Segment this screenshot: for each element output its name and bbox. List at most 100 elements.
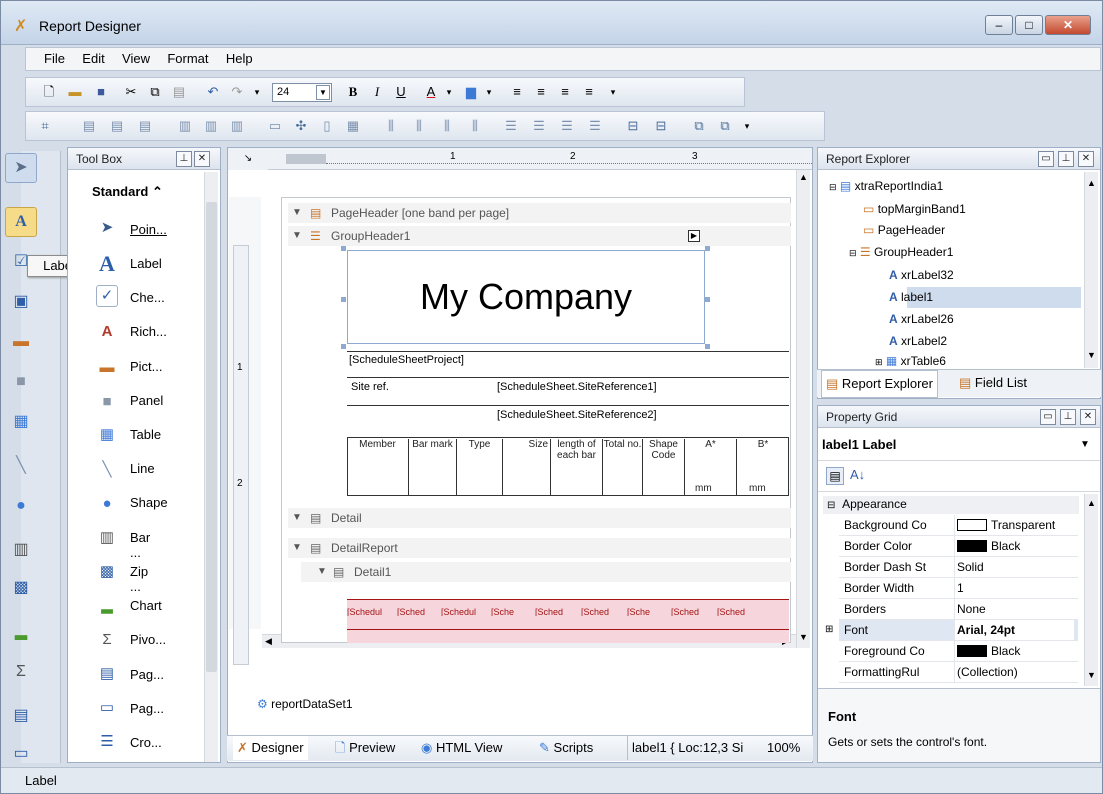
detail-cell[interactable]: [Sched xyxy=(535,608,579,616)
tree-node-topmargin[interactable]: ▭ topMarginBand1 xyxy=(863,202,966,216)
band-expand-icon[interactable]: ▼ xyxy=(292,538,302,558)
toolbox-item-pagebreak[interactable]: Pag... xyxy=(130,701,164,716)
toolbox-item-barcode[interactable]: Bar ... xyxy=(130,530,150,560)
size-to-grid-icon[interactable]: ▦ xyxy=(344,117,362,135)
property-value[interactable]: Solid xyxy=(954,557,1074,577)
toolbox-item-label[interactable]: Label xyxy=(130,256,162,271)
detail-cell[interactable]: [Sched xyxy=(717,608,765,616)
menu-file[interactable]: File xyxy=(44,48,65,70)
copy-icon[interactable]: ⧉ xyxy=(146,83,164,101)
close-button[interactable]: ✕ xyxy=(1045,15,1091,35)
selection-handle-ml[interactable] xyxy=(341,297,346,302)
company-label[interactable]: My Company xyxy=(347,250,705,344)
sort-alphabetical-icon[interactable]: A↓ xyxy=(850,467,865,482)
align-right-icon[interactable]: ≡ xyxy=(556,83,574,101)
property-category-row[interactable]: ⊟ Appearance xyxy=(823,496,1079,514)
scroll-down-icon[interactable]: ▼ xyxy=(1087,350,1096,360)
toolbox-item-zipcode[interactable]: Zip ... xyxy=(130,564,148,594)
underline-icon[interactable]: U xyxy=(392,83,410,101)
align-middles-icon[interactable]: ▥ xyxy=(202,117,220,135)
bring-to-front-icon[interactable]: ⧉ xyxy=(690,117,708,135)
paste-icon[interactable]: ▤ xyxy=(170,83,188,101)
strip-pageinfo-icon[interactable]: ▤ xyxy=(5,701,37,731)
v-spacing-equal-icon[interactable]: ☰ xyxy=(502,117,520,135)
strip-chart-icon[interactable]: ▂ xyxy=(5,617,37,647)
detail-row[interactable] xyxy=(347,599,789,643)
property-value[interactable]: Black xyxy=(991,644,1020,658)
bold-icon[interactable]: B xyxy=(344,83,362,101)
tree-node-pageheader[interactable]: ▭ PageHeader xyxy=(863,223,945,237)
selection-handle-tl[interactable] xyxy=(341,246,346,251)
toolbox-item-crossband[interactable]: Cro... xyxy=(130,735,162,750)
toolbox-item-pivot[interactable]: Pivo... xyxy=(130,632,166,647)
tab-preview[interactable]: 🗋 Preview xyxy=(335,736,395,760)
same-size-icon[interactable]: ▯ xyxy=(318,117,336,135)
detail-cell[interactable]: [Sche xyxy=(627,608,669,616)
scroll-up-icon[interactable]: ▲ xyxy=(1087,498,1096,508)
property-value[interactable]: (Collection) xyxy=(954,662,1074,682)
property-pin-icon[interactable]: ⊥ xyxy=(1060,409,1076,425)
strip-label-icon[interactable]: A xyxy=(5,207,37,237)
same-height-icon[interactable]: ✣ xyxy=(292,117,310,135)
cut-icon[interactable]: ✂ xyxy=(122,83,140,101)
back-color-dropdown-icon[interactable]: ▾ xyxy=(480,83,498,101)
toolbox-item-shape[interactable]: Shape xyxy=(130,495,168,510)
menu-view[interactable]: View xyxy=(122,48,150,70)
tab-html-view[interactable]: ◉ HTML View xyxy=(421,736,502,760)
designer-vscrollbar[interactable]: ▲ ▼ xyxy=(796,170,810,648)
band-detail-report[interactable]: ▼ ▤ DetailReport xyxy=(288,538,791,558)
toolbox-item-table[interactable]: Table xyxy=(130,427,161,442)
chevron-down-icon[interactable]: ▼ xyxy=(1080,434,1090,456)
undo-icon[interactable]: ↶ xyxy=(204,83,222,101)
menu-edit[interactable]: Edit xyxy=(82,48,104,70)
property-row-border-dash[interactable]: Border Dash St Solid xyxy=(839,557,1078,578)
send-to-back-icon[interactable]: ⧉ xyxy=(716,117,734,135)
property-row-borders[interactable]: Borders None xyxy=(839,599,1078,620)
explorer-close-icon[interactable]: ✕ xyxy=(1078,151,1094,167)
toolbox-item-picture[interactable]: Pict... xyxy=(130,359,163,374)
toolbox-category[interactable]: Standard ⌃ xyxy=(92,184,163,200)
scroll-down-icon[interactable]: ▼ xyxy=(1087,670,1096,680)
property-window-icon[interactable]: ▭ xyxy=(1040,409,1056,425)
band-expand-icon[interactable]: ▼ xyxy=(292,203,302,223)
category-collapse-icon[interactable]: ⊟ xyxy=(823,500,839,511)
property-row-border-width[interactable]: Border Width 1 xyxy=(839,578,1078,599)
scroll-left-icon[interactable]: ◀ xyxy=(265,636,272,647)
v-spacing-decrease-icon[interactable]: ☰ xyxy=(558,117,576,135)
explorer-scrollbar[interactable]: ▲ ▼ xyxy=(1084,172,1098,368)
tab-report-explorer[interactable]: ▤ Report Explorer xyxy=(821,370,938,398)
toolbox-item-pageinfo[interactable]: Pag... xyxy=(130,667,164,682)
align-to-grid-icon[interactable]: ⌗ xyxy=(36,117,54,135)
same-width-icon[interactable]: ▭ xyxy=(266,117,284,135)
tab-designer[interactable]: ✗ Designer xyxy=(233,736,308,760)
justify-icon[interactable]: ≡ xyxy=(580,83,598,101)
back-color-icon[interactable]: ▆ xyxy=(462,83,480,101)
property-row-border-color[interactable]: Border Color Black xyxy=(839,536,1078,557)
explorer-window-icon[interactable]: ▭ xyxy=(1038,151,1054,167)
align-center-icon[interactable]: ≡ xyxy=(532,83,550,101)
strip-panel-icon[interactable]: ■ xyxy=(5,367,37,397)
band-expand-icon[interactable]: ▼ xyxy=(317,562,327,582)
font-size-box[interactable]: 24 ▼ xyxy=(272,83,332,102)
tab-scripts[interactable]: ✎ Scripts xyxy=(539,736,593,760)
align-left-icon[interactable]: ≡ xyxy=(508,83,526,101)
h-spacing-increase-icon[interactable]: ⫼ xyxy=(410,117,428,135)
categorized-icon[interactable]: ▤ xyxy=(826,467,844,485)
site-ref2-field[interactable]: [ScheduleSheet.SiteReference2] xyxy=(497,406,657,424)
selection-handle-bl[interactable] xyxy=(341,344,346,349)
tree-node-xrlabel26[interactable]: A xrLabel26 xyxy=(889,312,954,326)
toolbox-item-line[interactable]: Line xyxy=(130,461,155,476)
font-color-icon[interactable]: A xyxy=(422,83,440,101)
tree-expand-icon[interactable]: ⊞ xyxy=(875,357,883,366)
property-close-icon[interactable]: ✕ xyxy=(1080,409,1096,425)
property-value[interactable]: 1 xyxy=(954,578,1074,598)
detail-cell[interactable]: [Schedul xyxy=(441,608,489,616)
v-spacing-increase-icon[interactable]: ☰ xyxy=(530,117,548,135)
italic-icon[interactable]: I xyxy=(368,83,386,101)
h-spacing-equal-icon[interactable]: ⫼ xyxy=(382,117,400,135)
layout-toolbar-options-icon[interactable]: ▾ xyxy=(738,117,756,135)
band-detail1[interactable]: ▼ ▤ Detail1 xyxy=(301,562,791,582)
menu-format[interactable]: Format xyxy=(167,48,208,70)
band-page-header[interactable]: ▼ ▤ PageHeader [one band per page] xyxy=(288,203,791,223)
selection-handle-br[interactable] xyxy=(705,344,710,349)
